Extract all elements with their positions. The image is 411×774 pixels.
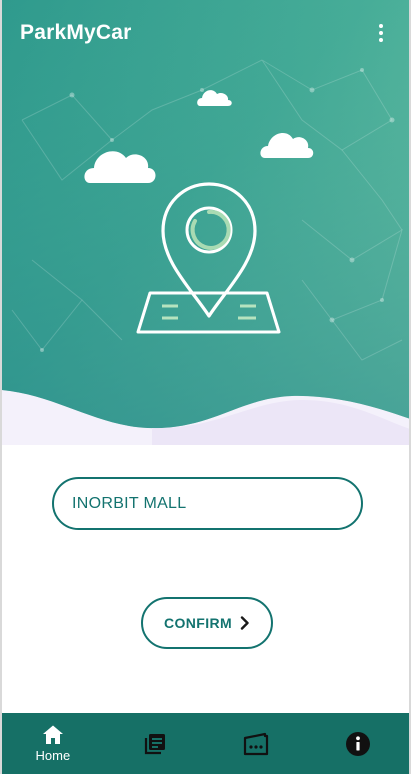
ticket-icon: [244, 732, 269, 755]
info-icon: [346, 731, 371, 756]
app-bar: ParkMyCar: [2, 0, 409, 66]
nav-item-info[interactable]: [307, 713, 409, 774]
nav-item-ticket[interactable]: [206, 713, 308, 774]
nav-item-history[interactable]: [104, 713, 206, 774]
bottom-navigation: Home: [2, 713, 409, 774]
confirm-button[interactable]: CONFIRM: [141, 597, 273, 649]
nav-item-home[interactable]: Home: [2, 713, 104, 774]
hero-illustration: [2, 0, 409, 445]
app-screen: ParkMyCar CONFIRM Home: [0, 0, 411, 774]
confirm-label: CONFIRM: [163, 615, 233, 631]
more-vert-icon[interactable]: [369, 15, 393, 51]
location-field[interactable]: [52, 477, 363, 530]
location-input[interactable]: [72, 494, 361, 513]
home-icon: [42, 725, 63, 744]
history-icon: [144, 733, 165, 754]
chevron-right-icon: [240, 616, 249, 630]
hero-banner: ParkMyCar: [2, 0, 409, 445]
app-title: ParkMyCar: [20, 21, 132, 44]
nav-label-home: Home: [35, 748, 71, 763]
